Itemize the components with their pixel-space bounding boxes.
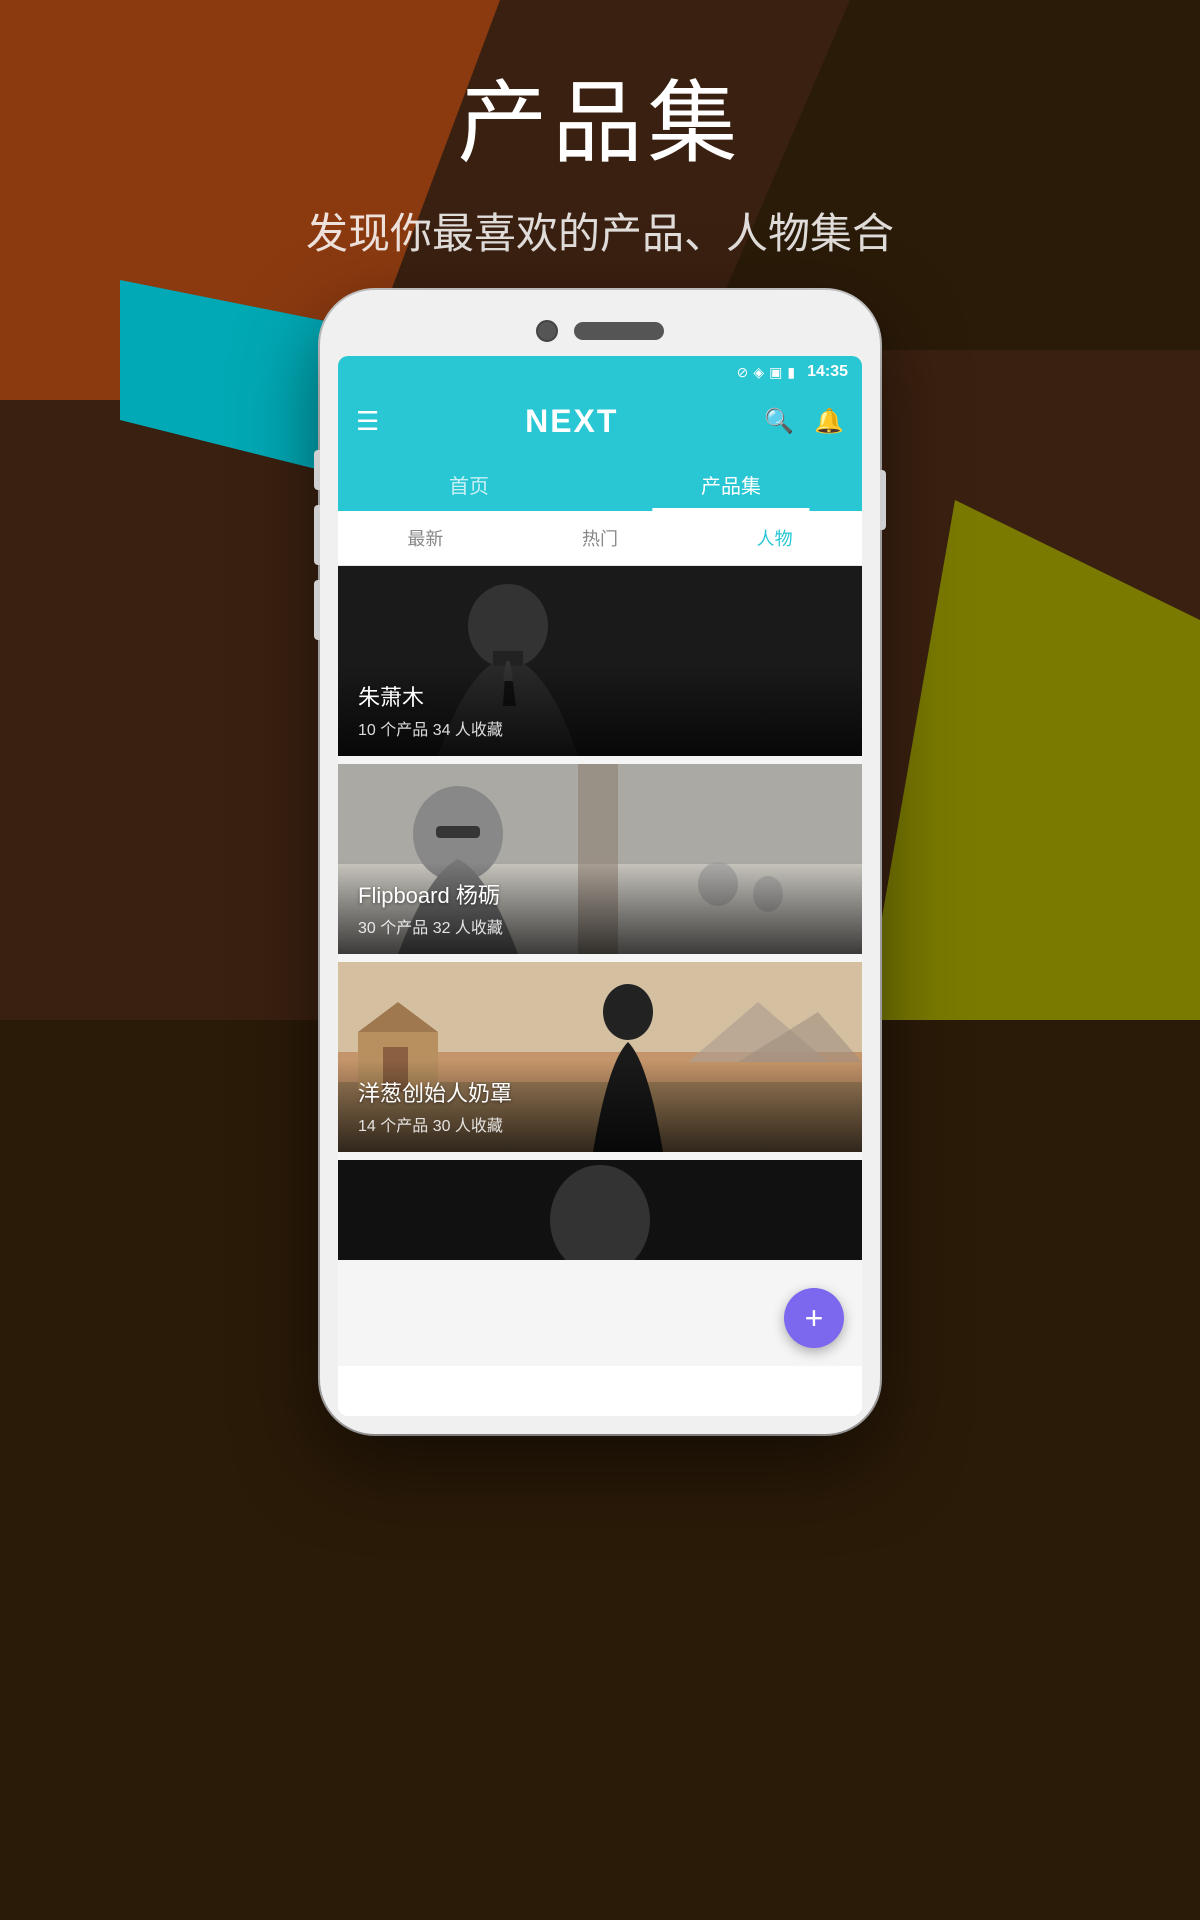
volume-mute-button	[314, 450, 320, 490]
tab-home[interactable]: 首页	[338, 454, 600, 511]
content-area: 朱萧木 10 个产品 34 人收藏	[338, 566, 862, 1366]
person-card-2[interactable]: Flipboard 杨砺 30 个产品 32 人收藏	[338, 764, 862, 954]
bg-olive	[850, 500, 1200, 1100]
card-4-background	[338, 1160, 862, 1260]
power-button	[880, 470, 886, 530]
phone-body: ⊘ ◈ ▣ ▮ 14:35 ☰ NEXT 🔍 🔔 首页	[320, 290, 880, 1434]
phone-screen: ⊘ ◈ ▣ ▮ 14:35 ☰ NEXT 🔍 🔔 首页	[338, 356, 862, 1416]
card-2-overlay: Flipboard 杨砺 30 个产品 32 人收藏	[338, 862, 862, 954]
phone-device: ⊘ ◈ ▣ ▮ 14:35 ☰ NEXT 🔍 🔔 首页	[320, 290, 880, 1434]
top-navigation: ☰ NEXT 🔍 🔔	[338, 388, 862, 454]
card-3-title: 洋葱创始人奶罩	[358, 1076, 842, 1108]
person-card-4[interactable]	[338, 1160, 862, 1260]
subtab-popular[interactable]: 热门	[513, 511, 688, 565]
main-tab-bar: 首页 产品集	[338, 454, 862, 511]
app-logo: NEXT	[525, 403, 618, 440]
volume-up-button	[314, 505, 320, 565]
card-4-illustration	[338, 1160, 862, 1260]
wifi-icon: ◈	[753, 364, 764, 381]
nav-right-actions: 🔍 🔔	[764, 407, 844, 436]
fab-add-button[interactable]: +	[784, 1288, 844, 1348]
status-bar: ⊘ ◈ ▣ ▮ 14:35	[338, 356, 862, 388]
notification-icon[interactable]: 🔔	[814, 407, 844, 436]
front-camera	[536, 320, 558, 342]
no-disturb-icon: ⊘	[737, 364, 749, 381]
page-subtitle: 发现你最喜欢的产品、人物集合	[0, 200, 1200, 261]
card-2-title: Flipboard 杨砺	[358, 878, 842, 910]
card-1-title: 朱萧木	[358, 680, 842, 712]
card-2-meta: 30 个产品 32 人收藏	[358, 914, 842, 938]
card-1-meta: 10 个产品 34 人收藏	[358, 716, 842, 740]
subtab-latest[interactable]: 最新	[338, 511, 513, 565]
card-3-overlay: 洋葱创始人奶罩 14 个产品 30 人收藏	[338, 1060, 862, 1152]
status-time: 14:35	[807, 363, 848, 381]
subtab-people[interactable]: 人物	[687, 511, 862, 565]
page-main-title: 产品集	[0, 50, 1200, 180]
person-card-1[interactable]: 朱萧木 10 个产品 34 人收藏	[338, 566, 862, 756]
page-title-area: 产品集 发现你最喜欢的产品、人物集合	[0, 50, 1200, 261]
earpiece-speaker	[574, 322, 664, 340]
card-1-overlay: 朱萧木 10 个产品 34 人收藏	[338, 664, 862, 756]
search-icon[interactable]: 🔍	[764, 407, 794, 436]
signal-icon: ▣	[769, 364, 782, 381]
menu-icon[interactable]: ☰	[356, 406, 379, 437]
card-3-meta: 14 个产品 30 人收藏	[358, 1112, 842, 1136]
person-card-3[interactable]: 洋葱创始人奶罩 14 个产品 30 人收藏	[338, 962, 862, 1152]
status-icons: ⊘ ◈ ▣ ▮	[737, 364, 795, 381]
battery-icon: ▮	[787, 364, 795, 381]
phone-top-hardware	[338, 308, 862, 356]
volume-down-button	[314, 580, 320, 640]
tab-collections[interactable]: 产品集	[600, 454, 862, 511]
sub-tab-bar: 最新 热门 人物	[338, 511, 862, 566]
